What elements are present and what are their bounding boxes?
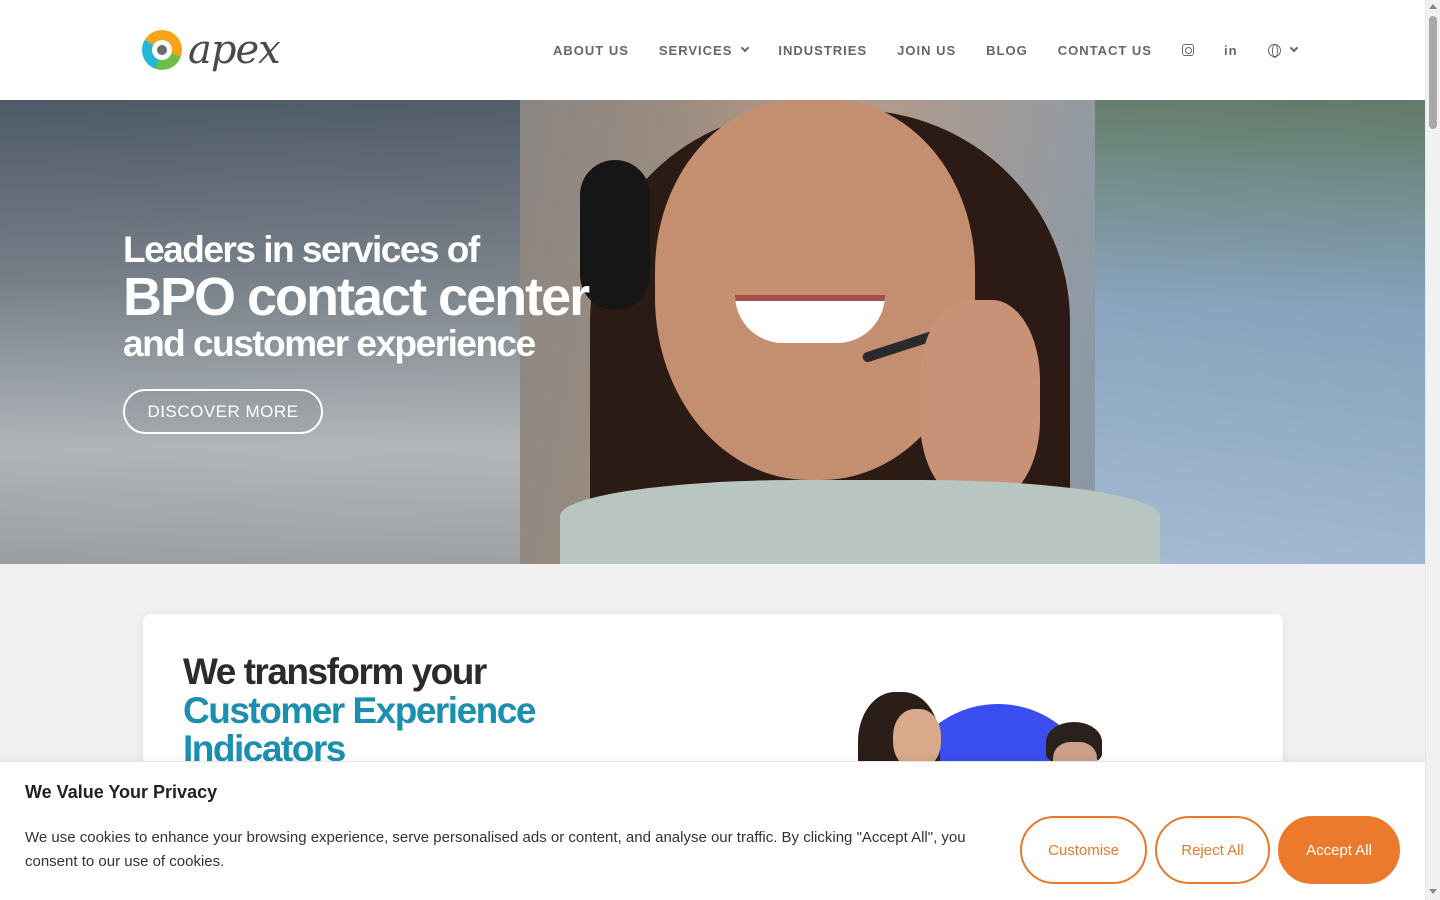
- linkedin-icon: in: [1223, 42, 1238, 58]
- page-scrollbar[interactable]: [1425, 0, 1440, 900]
- cookie-title: We Value Your Privacy: [25, 782, 218, 802]
- nav-contact-us[interactable]: CONTACT US: [1058, 43, 1152, 58]
- instagram-link[interactable]: [1181, 44, 1194, 56]
- cookie-description: We use cookies to enhance your browsing …: [25, 829, 966, 870]
- nav-services[interactable]: SERVICES: [658, 42, 750, 58]
- nav-blog[interactable]: BLOG: [986, 43, 1028, 58]
- reject-all-button[interactable]: Reject All: [1155, 816, 1270, 884]
- scroll-up-arrow-icon[interactable]: [1429, 4, 1437, 9]
- nav-contact-us-label: CONTACT US: [1057, 42, 1152, 58]
- nav-industries[interactable]: INDUSTRIES: [778, 43, 867, 58]
- accept-all-button[interactable]: Accept All: [1278, 816, 1400, 884]
- discover-more-button[interactable]: DISCOVER MORE: [123, 389, 323, 434]
- logo-text: apex: [188, 27, 281, 73]
- hero-photo-agent: [560, 100, 1160, 564]
- hero-headline: Leaders in services of BPO contact cente…: [123, 228, 590, 366]
- customise-button[interactable]: Customise: [1020, 816, 1147, 884]
- headset-icon: [580, 160, 650, 310]
- logo-mark-icon: [142, 30, 182, 70]
- chevron-down-icon: [741, 43, 750, 53]
- apex-logo[interactable]: apex: [142, 26, 307, 74]
- chevron-down-icon: [1289, 43, 1298, 53]
- instagram-icon: [1181, 44, 1194, 56]
- nav-join-us[interactable]: JOIN US: [897, 43, 956, 58]
- scrollbar-thumb[interactable]: [1429, 16, 1437, 129]
- intro-heading-highlight: Customer Experience Indicators: [183, 690, 536, 768]
- cookie-consent-banner: We Value Your Privacy We use cookies to …: [0, 761, 1425, 900]
- intro-heading-line-1: We transform your: [183, 651, 487, 692]
- hero-line-3: and customer experience: [123, 323, 536, 364]
- scroll-down-arrow-icon[interactable]: [1429, 889, 1437, 894]
- nav-services-label: SERVICES: [658, 42, 733, 58]
- site-header: apex ABOUT US SERVICES INDUSTRIES JOIN U…: [0, 0, 1425, 100]
- language-selector[interactable]: [1267, 43, 1298, 58]
- intro-heading-line-2: Customer Experience: [183, 690, 536, 731]
- hero-line-1: Leaders in services of: [123, 229, 480, 270]
- hero-line-2: BPO contact center: [123, 267, 590, 327]
- nav-about-us[interactable]: ABOUT US: [553, 43, 629, 58]
- globe-icon: [1267, 43, 1281, 58]
- hero-banner: Leaders in services of BPO contact cente…: [0, 100, 1425, 564]
- nav-join-us-label: JOIN US: [897, 42, 957, 58]
- nav-blog-label: BLOG: [986, 42, 1028, 58]
- main-nav: ABOUT US SERVICES INDUSTRIES JOIN US BLO…: [553, 38, 1298, 62]
- nav-about-us-label: ABOUT US: [553, 42, 629, 58]
- linkedin-link[interactable]: in: [1224, 43, 1238, 58]
- nav-industries-label: INDUSTRIES: [778, 42, 868, 58]
